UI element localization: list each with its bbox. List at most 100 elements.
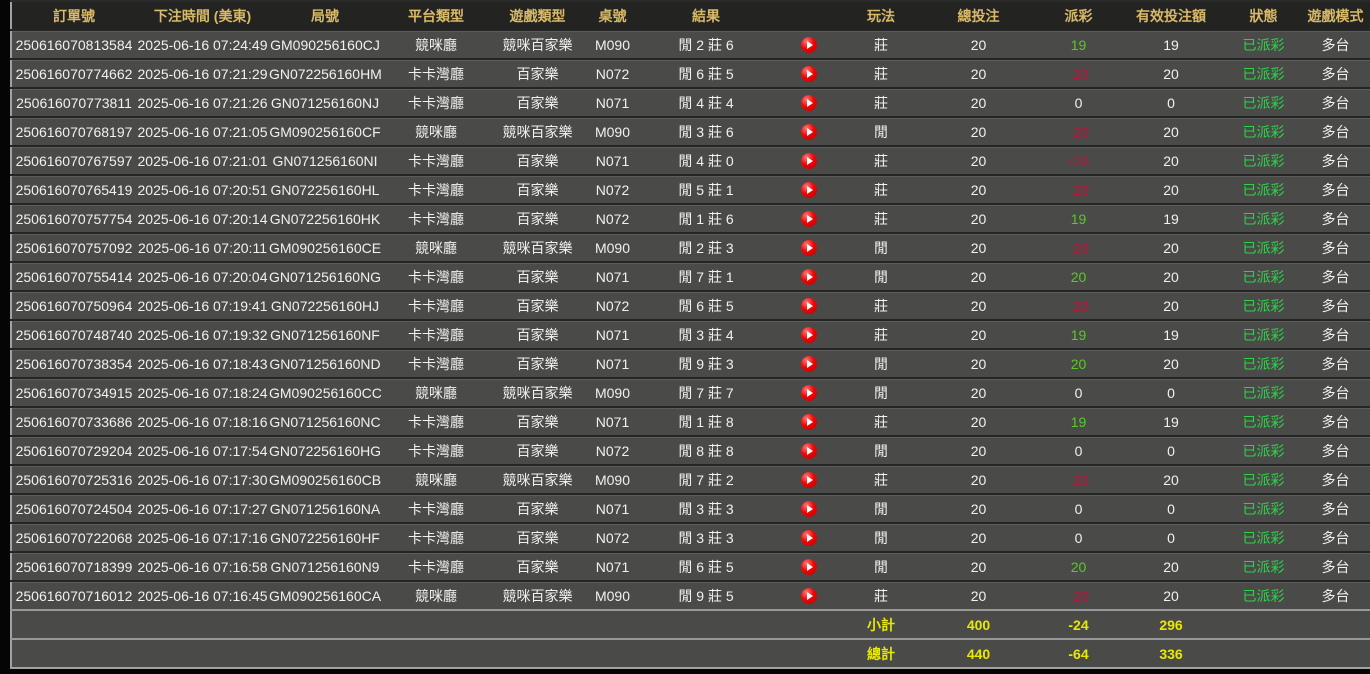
cell-total_bet: 20 (916, 204, 1041, 233)
cell-round: GN071256160NA (269, 494, 381, 523)
cell-mode: 多台 (1301, 494, 1370, 523)
cell-payout: -20 (1041, 233, 1116, 262)
replay-play-icon[interactable] (801, 472, 817, 488)
cell-icon (771, 378, 846, 407)
cell-status: 已派彩 (1226, 349, 1301, 378)
cell-payout: 19 (1041, 204, 1116, 233)
table-row: 2506160707253162025-06-16 07:17:30GM0902… (11, 465, 1370, 494)
cell-time: 2025-06-16 07:24:49 (136, 30, 269, 59)
cell-result: 閒 3 莊 6 (641, 117, 771, 146)
replay-play-icon[interactable] (801, 385, 817, 401)
cell-play: 莊 (846, 30, 916, 59)
cell-mode: 多台 (1301, 349, 1370, 378)
cell-status: 已派彩 (1226, 523, 1301, 552)
replay-play-icon[interactable] (801, 182, 817, 198)
cell-result: 閒 7 莊 1 (641, 262, 771, 291)
cell-play: 莊 (846, 291, 916, 320)
cell-icon (771, 523, 846, 552)
replay-play-icon[interactable] (801, 356, 817, 372)
cell-play: 閒 (846, 523, 916, 552)
column-header-payout: 派彩 (1041, 1, 1116, 30)
replay-play-icon[interactable] (801, 414, 817, 430)
cell-valid_bet: 0 (1116, 523, 1226, 552)
replay-play-icon[interactable] (801, 153, 817, 169)
cell-play: 閒 (846, 233, 916, 262)
cell-result: 閒 5 莊 1 (641, 175, 771, 204)
cell-status: 已派彩 (1226, 117, 1301, 146)
replay-play-icon[interactable] (801, 66, 817, 82)
cell-platform: 競咪廳 (381, 233, 491, 262)
cell-mode: 多台 (1301, 30, 1370, 59)
cell-icon (771, 494, 846, 523)
cell-total_bet: 20 (916, 465, 1041, 494)
replay-play-icon[interactable] (801, 269, 817, 285)
cell-table_no: M090 (584, 30, 641, 59)
cell-round: GM090256160CC (269, 378, 381, 407)
cell-icon (771, 349, 846, 378)
cell-round: GN071256160ND (269, 349, 381, 378)
cell-status: 已派彩 (1226, 494, 1301, 523)
cell-result: 閒 3 莊 4 (641, 320, 771, 349)
replay-play-icon[interactable] (801, 530, 817, 546)
column-header-status: 狀態 (1226, 1, 1301, 30)
cell-status: 已派彩 (1226, 552, 1301, 581)
cell-play: 閒 (846, 117, 916, 146)
replay-play-icon[interactable] (801, 588, 817, 604)
cell-payout: -20 (1041, 581, 1116, 610)
cell-game_type: 百家樂 (491, 436, 584, 465)
replay-play-icon[interactable] (801, 124, 817, 140)
cell-table_no: M090 (584, 465, 641, 494)
cell-order: 250616070774662 (11, 59, 136, 88)
cell-order: 250616070757092 (11, 233, 136, 262)
cell-round: GN072256160HG (269, 436, 381, 465)
replay-play-icon[interactable] (801, 240, 817, 256)
cell-icon (771, 552, 846, 581)
cell-order: 250616070767597 (11, 146, 136, 175)
cell-table_no: M090 (584, 233, 641, 262)
cell-game_type: 百家樂 (491, 175, 584, 204)
cell-valid_bet: 19 (1116, 407, 1226, 436)
cell-order: 250616070755414 (11, 262, 136, 291)
replay-play-icon[interactable] (801, 501, 817, 517)
cell-payout: 0 (1041, 378, 1116, 407)
table-row: 2506160707554142025-06-16 07:20:04GN0712… (11, 262, 1370, 291)
cell-order: 250616070738354 (11, 349, 136, 378)
cell-valid_bet: 20 (1116, 175, 1226, 204)
cell-mode: 多台 (1301, 465, 1370, 494)
cell-order: 250616070765419 (11, 175, 136, 204)
cell-valid_bet: 20 (1116, 146, 1226, 175)
cell-mode: 多台 (1301, 262, 1370, 291)
cell-table_no: N072 (584, 59, 641, 88)
replay-play-icon[interactable] (801, 211, 817, 227)
cell-total_bet: 20 (916, 30, 1041, 59)
replay-play-icon[interactable] (801, 298, 817, 314)
table-row: 2506160707183992025-06-16 07:16:58GN0712… (11, 552, 1370, 581)
cell-order: 250616070724504 (11, 494, 136, 523)
replay-play-icon[interactable] (801, 95, 817, 111)
cell-valid_bet: 19 (1116, 30, 1226, 59)
cell-valid_bet: 20 (1116, 233, 1226, 262)
cell-icon (771, 204, 846, 233)
summary-valid-bet: 336 (1116, 639, 1226, 668)
cell-table_no: N072 (584, 523, 641, 552)
cell-payout: -20 (1041, 465, 1116, 494)
replay-play-icon[interactable] (801, 37, 817, 53)
cell-mode: 多台 (1301, 320, 1370, 349)
replay-play-icon[interactable] (801, 443, 817, 459)
cell-total_bet: 20 (916, 523, 1041, 552)
replay-play-icon[interactable] (801, 327, 817, 343)
cell-round: GN071256160NC (269, 407, 381, 436)
cell-status: 已派彩 (1226, 30, 1301, 59)
cell-icon (771, 88, 846, 117)
cell-platform: 卡卡灣廳 (381, 320, 491, 349)
cell-result: 閒 6 莊 5 (641, 59, 771, 88)
summary-total-bet: 440 (916, 639, 1041, 668)
cell-play: 莊 (846, 146, 916, 175)
table-row: 2506160707577542025-06-16 07:20:14GN0722… (11, 204, 1370, 233)
cell-icon (771, 175, 846, 204)
cell-time: 2025-06-16 07:19:32 (136, 320, 269, 349)
cell-game_type: 競咪百家樂 (491, 581, 584, 610)
table-row: 2506160707675972025-06-16 07:21:01GN0712… (11, 146, 1370, 175)
cell-game_type: 百家樂 (491, 88, 584, 117)
replay-play-icon[interactable] (801, 559, 817, 575)
